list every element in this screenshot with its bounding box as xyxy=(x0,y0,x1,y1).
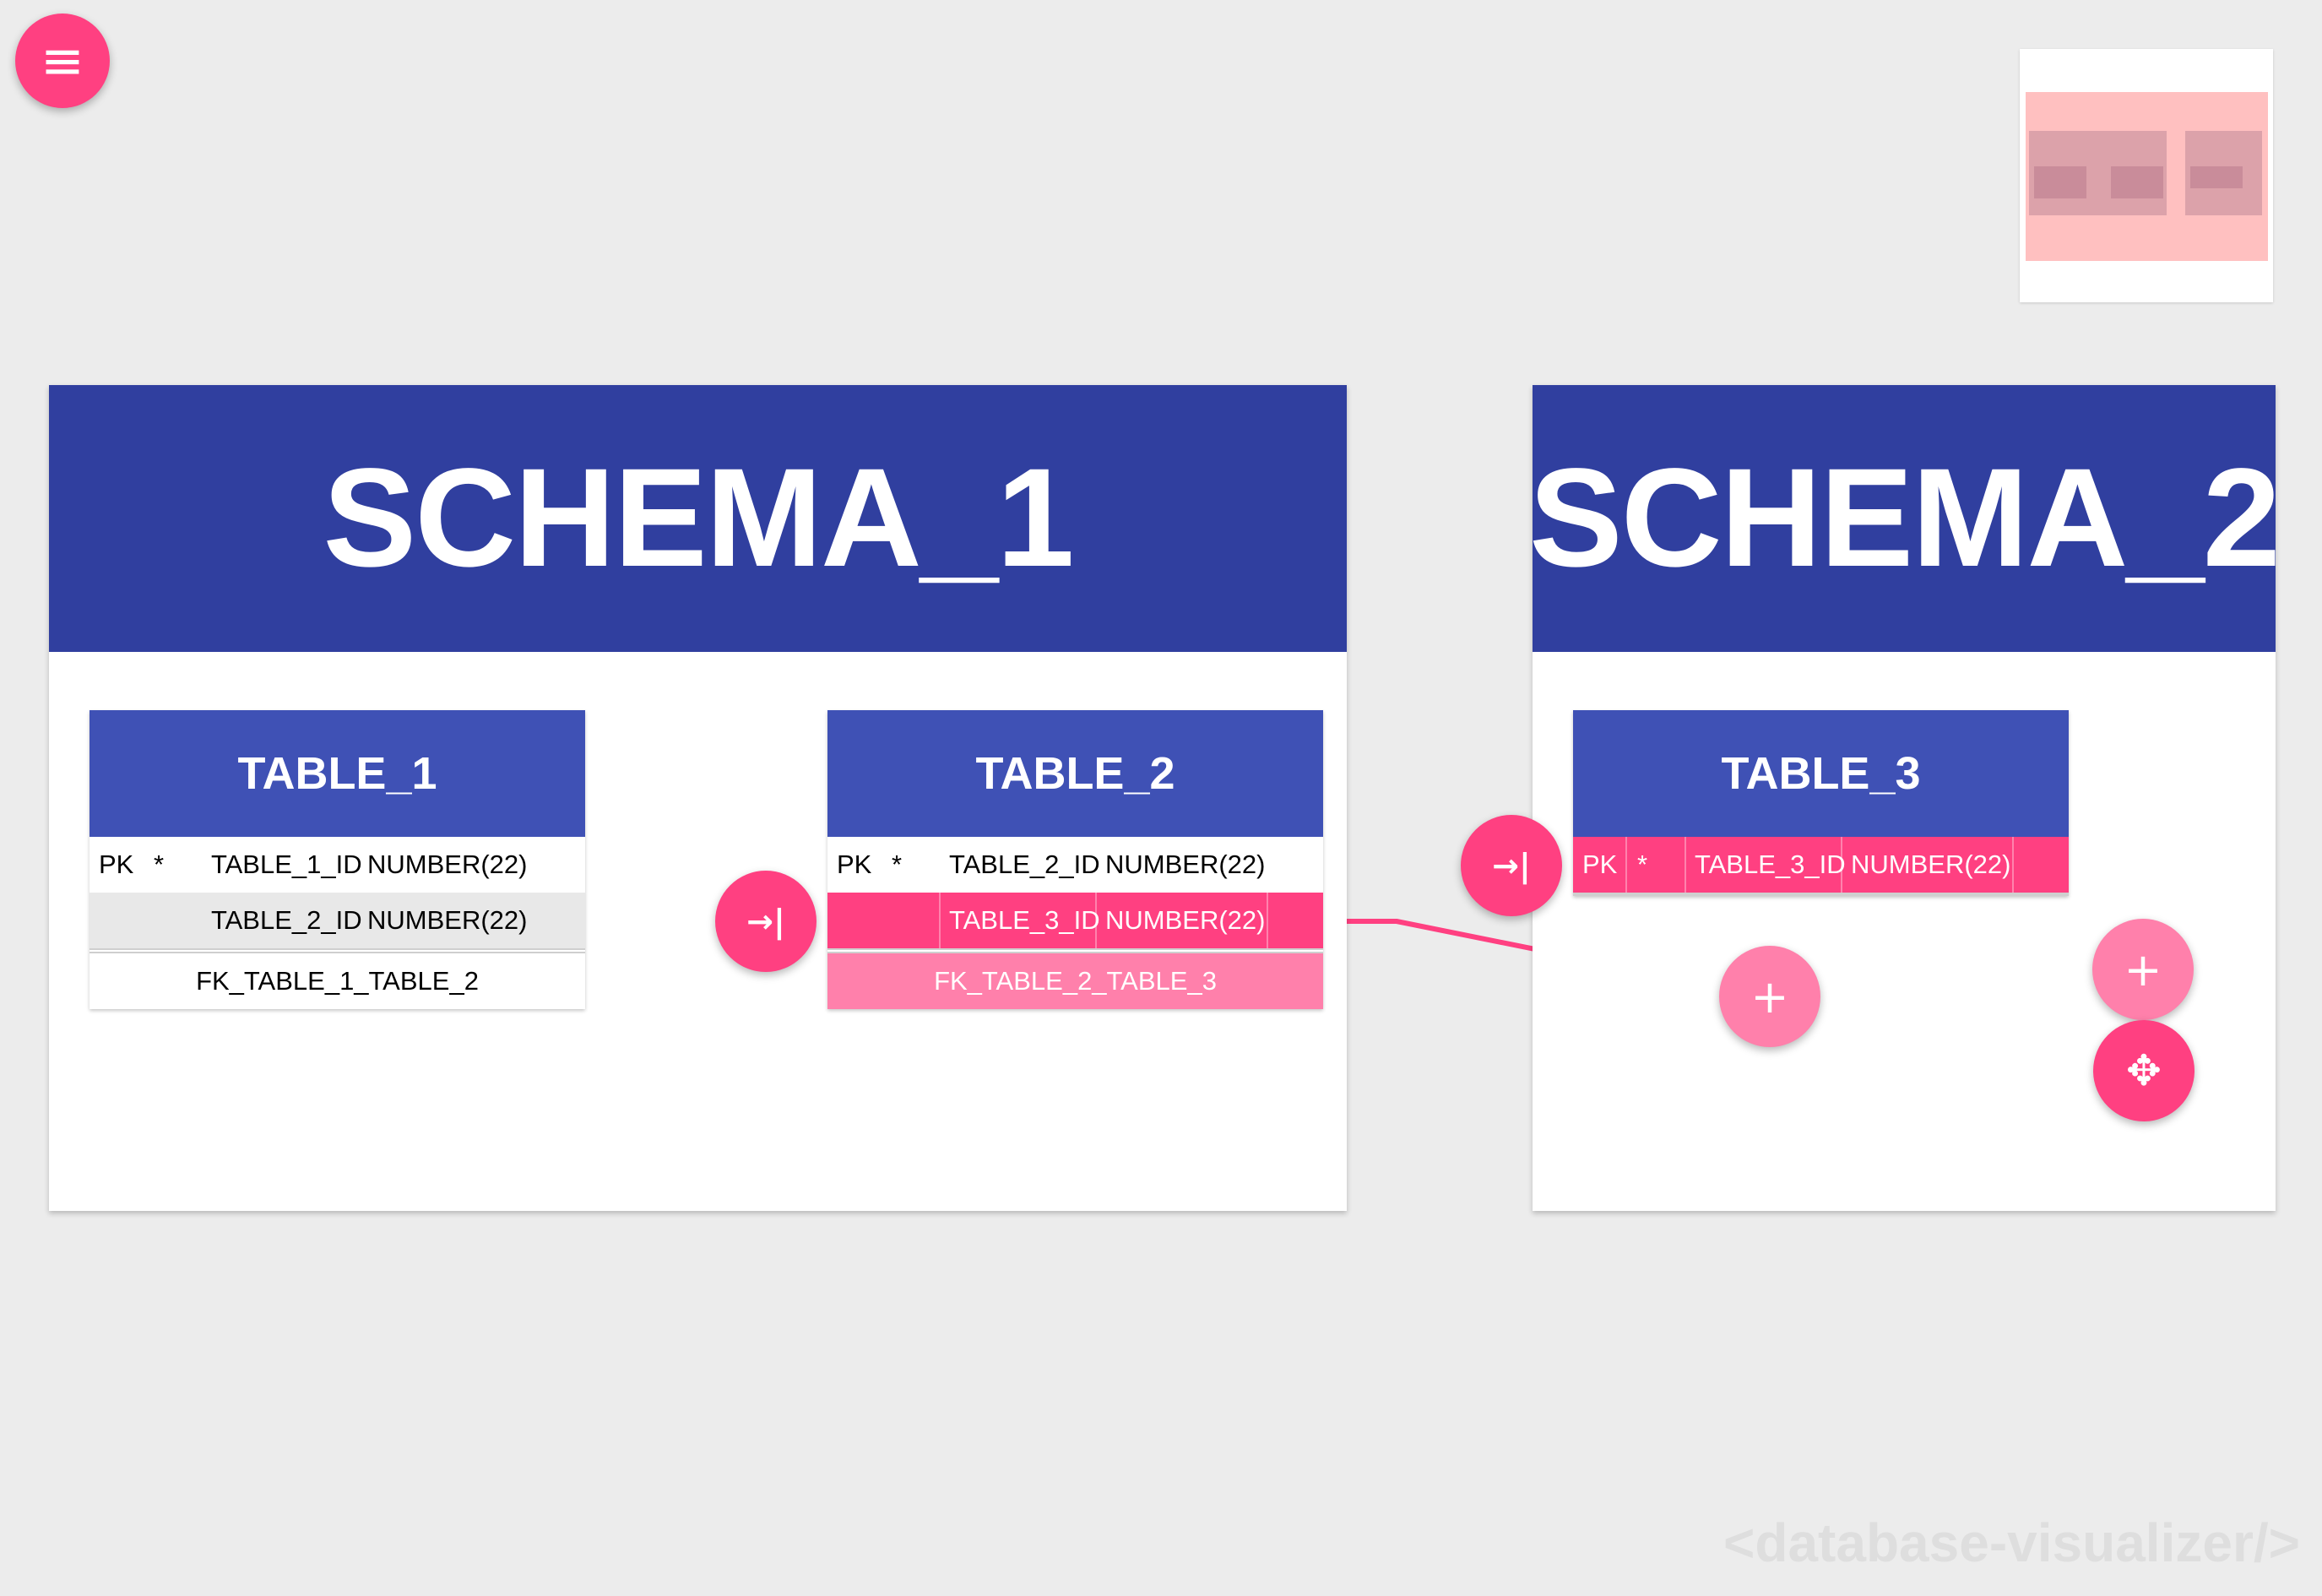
table-title[interactable]: TABLE_3 xyxy=(1573,710,2069,837)
minimap[interactable] xyxy=(2020,49,2273,302)
column-type: NUMBER(22) xyxy=(1105,850,1266,879)
add-point-button[interactable]: + xyxy=(2092,919,2194,1020)
minimap-table-3 xyxy=(2190,166,2243,188)
plus-icon: + xyxy=(1750,969,1789,1023)
minimap-table-1 xyxy=(2034,166,2086,198)
column-name: TABLE_2_ID xyxy=(949,850,1100,879)
go-to-target-button[interactable]: →| xyxy=(1461,815,1562,916)
table-row[interactable]: TABLE_2_ID NUMBER(22) xyxy=(90,893,585,948)
move-point-button[interactable]: ✥ xyxy=(2093,1020,2195,1121)
pk-label: PK xyxy=(837,850,872,879)
divider xyxy=(1573,893,2069,896)
cell-divider xyxy=(1625,837,1627,893)
add-point-button[interactable]: + xyxy=(1719,946,1820,1047)
table-1[interactable]: TABLE_1 PK * TABLE_1_ID NUMBER(22) TABLE… xyxy=(90,710,585,1009)
minimap-table-2 xyxy=(2111,166,2163,198)
table-row-selected[interactable]: TABLE_3_ID NUMBER(22) xyxy=(827,893,1323,948)
table-3[interactable]: TABLE_3 PK * TABLE_3_ID NUMBER(22) xyxy=(1573,710,2069,896)
required-marker: * xyxy=(154,850,165,879)
column-type: NUMBER(22) xyxy=(1105,905,1266,935)
pk-label: PK xyxy=(99,850,134,879)
required-marker: * xyxy=(1637,850,1648,879)
table-title[interactable]: TABLE_1 xyxy=(90,710,585,837)
plus-icon: + xyxy=(2124,942,2162,996)
column-type: NUMBER(22) xyxy=(1851,850,2011,879)
cell-divider xyxy=(2012,837,2014,893)
schema-title[interactable]: SCHEMA_2 xyxy=(1529,385,2281,652)
table-row[interactable]: PK * TABLE_1_ID NUMBER(22) xyxy=(90,837,585,893)
column-name: TABLE_3_ID xyxy=(949,905,1100,935)
column-name: TABLE_2_ID xyxy=(211,905,362,935)
move-arrows-icon: ✥ xyxy=(2126,1046,2162,1095)
menu-icon: ≡ xyxy=(41,30,84,91)
column-name: TABLE_1_ID xyxy=(211,850,362,879)
table-2[interactable]: TABLE_2 PK * TABLE_2_ID NUMBER(22) TABLE… xyxy=(827,710,1323,1009)
required-marker: * xyxy=(892,850,903,879)
table-row[interactable]: PK * TABLE_2_ID NUMBER(22) xyxy=(827,837,1323,893)
column-type: NUMBER(22) xyxy=(367,905,528,935)
menu-button[interactable]: ≡ xyxy=(15,14,110,108)
cell-divider xyxy=(1267,893,1268,948)
table-title[interactable]: TABLE_2 xyxy=(827,710,1323,837)
column-type: NUMBER(22) xyxy=(367,850,528,879)
app-watermark: <database-visualizer/> xyxy=(1723,1512,2300,1573)
table-row-selected[interactable]: PK * TABLE_3_ID NUMBER(22) xyxy=(1573,837,2069,893)
schema-title[interactable]: SCHEMA_1 xyxy=(49,385,1347,652)
foreign-key-item-selected[interactable]: FK_TABLE_2_TABLE_3 xyxy=(827,953,1323,1009)
arrow-to-bar-icon: →| xyxy=(746,903,785,940)
cell-divider xyxy=(1685,837,1686,893)
cell-divider xyxy=(939,893,941,948)
column-name: TABLE_3_ID xyxy=(1695,850,1846,879)
go-to-target-button[interactable]: →| xyxy=(715,871,816,972)
foreign-key-item[interactable]: FK_TABLE_1_TABLE_2 xyxy=(90,953,585,1009)
arrow-to-bar-icon: →| xyxy=(1492,847,1531,884)
pk-label: PK xyxy=(1582,850,1618,879)
